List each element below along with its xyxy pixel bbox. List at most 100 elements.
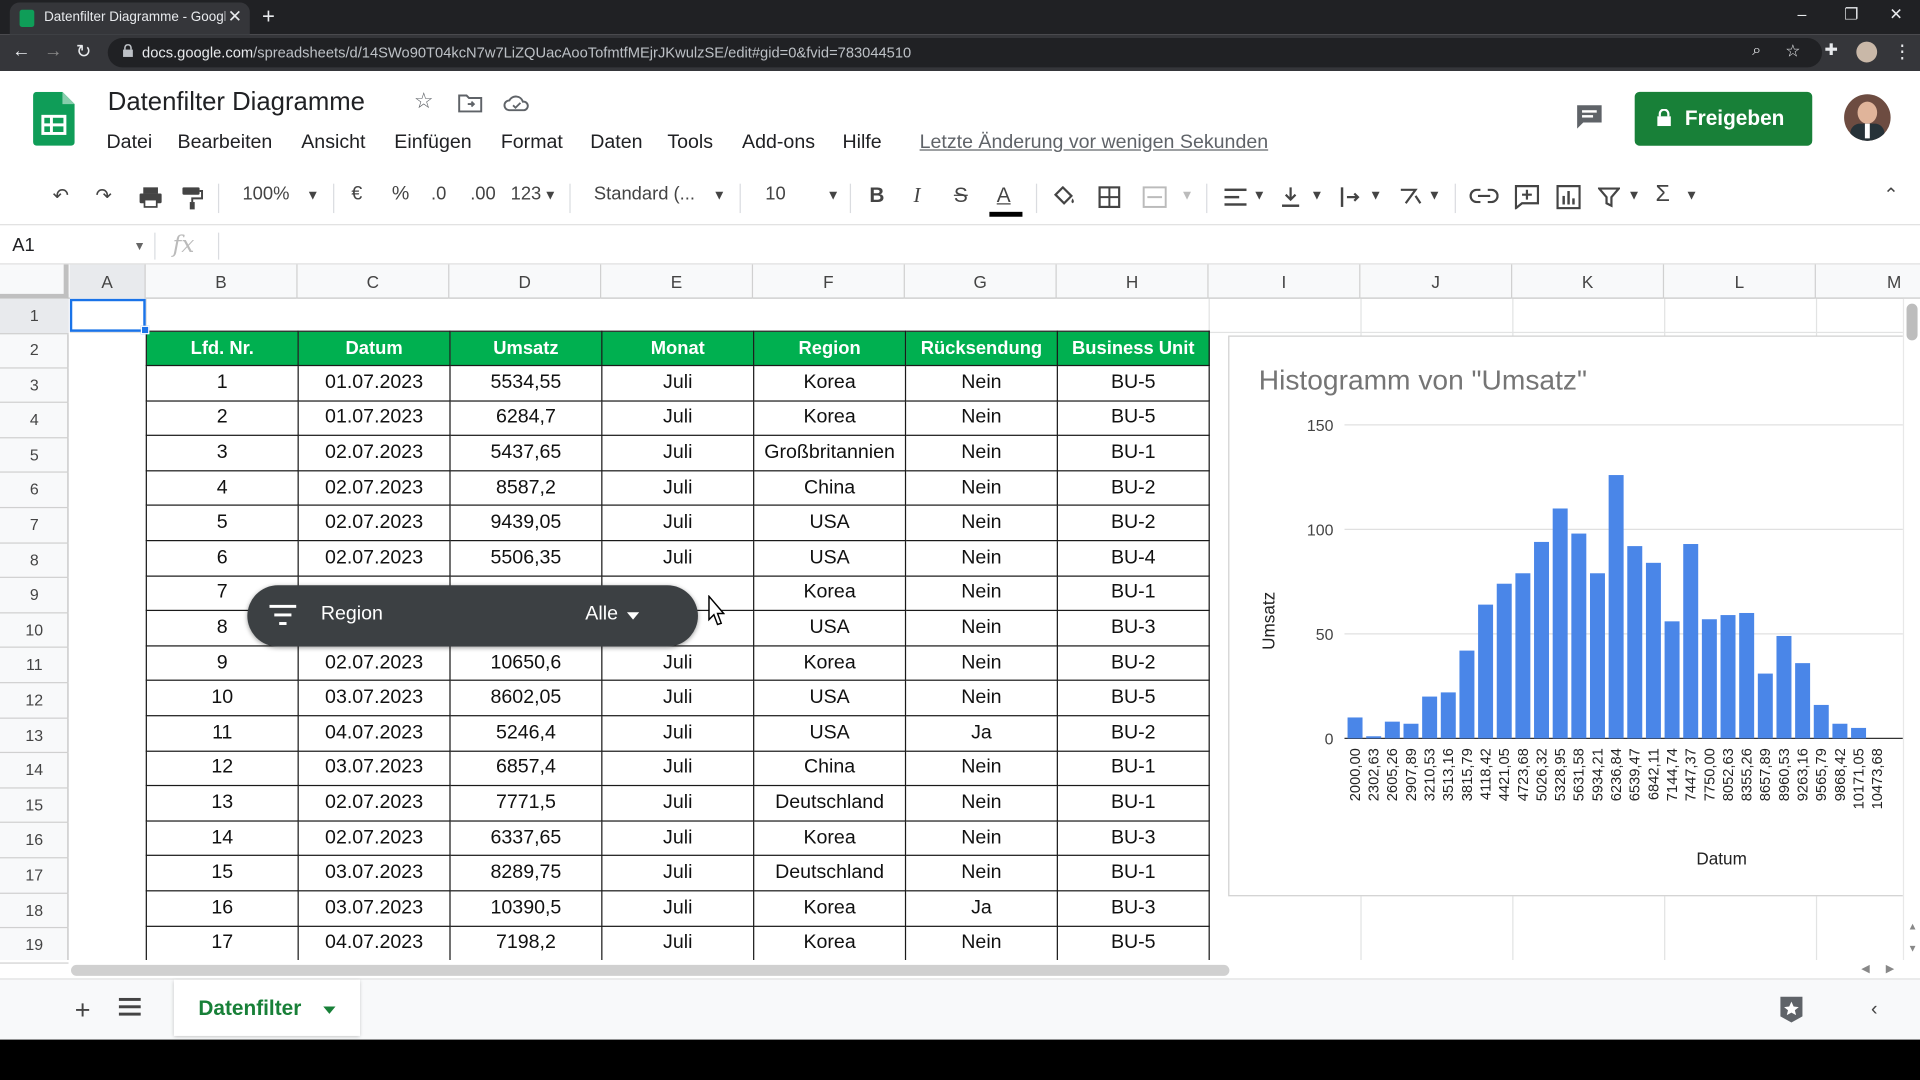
scroll-left-icon[interactable]: ◀ [1861,962,1869,975]
table-cell[interactable]: 03.07.2023 [297,890,451,927]
table-header-cell[interactable]: Umsatz [449,330,603,367]
table-cell[interactable]: Deutschland [753,785,907,822]
filter-icon[interactable] [1597,186,1621,208]
table-cell[interactable]: Juli [601,890,755,927]
zoom-icon[interactable]: ⌕ [1752,40,1761,60]
table-cell[interactable]: Nein [904,785,1058,822]
print-icon[interactable] [138,186,162,208]
explore-icon[interactable] [1778,994,1805,1023]
table-header-cell[interactable]: Monat [601,330,755,367]
table-cell[interactable]: Juli [601,925,755,961]
text-wrapping-icon[interactable] [1340,186,1362,208]
redo-icon[interactable]: ↷ [96,184,112,208]
table-cell[interactable]: BU-5 [1056,399,1210,437]
column-header-j[interactable]: J [1360,264,1513,299]
table-cell[interactable]: Nein [904,855,1058,892]
vertical-align-dropdown-icon[interactable]: ▼ [1310,189,1323,204]
table-cell[interactable]: Ja [904,715,1058,752]
vertical-scrollbar[interactable]: ▲ ▼ [1902,298,1920,961]
font-family-select[interactable]: Standard (... [594,184,695,205]
text-rotation-icon[interactable] [1398,186,1422,208]
row-header[interactable]: 7 [0,508,69,544]
table-cell[interactable]: Korea [753,925,907,961]
table-cell[interactable]: USA [753,715,907,752]
text-wrapping-dropdown-icon[interactable]: ▼ [1369,189,1382,204]
horizontal-align-icon[interactable] [1224,187,1247,207]
zoom-dropdown-icon[interactable]: ▼ [306,189,319,204]
table-cell[interactable]: 6284,7 [449,399,603,437]
table-cell[interactable]: 17 [145,925,299,961]
chart-bar[interactable] [1440,692,1456,739]
table-cell[interactable]: 7198,2 [449,925,603,961]
table-cell[interactable]: BU-5 [1056,680,1210,717]
table-cell[interactable]: USA [753,539,907,577]
fill-handle[interactable] [140,325,150,335]
chart-bar[interactable] [1795,663,1811,739]
chart-bar[interactable] [1496,583,1512,739]
chart-bar[interactable] [1776,635,1792,739]
table-cell[interactable]: 1 [145,364,299,402]
chart-bar[interactable] [1720,615,1736,739]
table-cell[interactable]: BU-1 [1056,785,1210,822]
more-formats-dropdown-icon[interactable]: ▼ [544,189,557,204]
profile-avatar-icon[interactable] [1856,41,1878,63]
account-avatar[interactable] [1844,94,1891,141]
chart-bar[interactable] [1384,721,1400,739]
table-header-cell[interactable]: Region [753,330,907,367]
column-header-h[interactable]: H [1057,264,1209,299]
table-cell[interactable]: BU-1 [1056,750,1210,787]
name-box[interactable]: A1 [12,235,34,256]
chart-bar[interactable] [1701,619,1717,739]
vertical-align-icon[interactable] [1281,186,1301,208]
table-cell[interactable]: China [753,750,907,787]
document-title[interactable]: Datenfilter Diagramme [108,88,365,117]
add-sheet-icon[interactable]: + [75,994,91,1026]
table-cell[interactable]: Nein [904,364,1058,402]
chart-bar[interactable] [1366,736,1382,739]
table-cell[interactable]: 2 [145,399,299,437]
chart-bar[interactable] [1683,544,1699,739]
italic-icon[interactable]: I [913,184,920,208]
table-cell[interactable]: 6 [145,539,299,577]
table-cell[interactable]: 10390,5 [449,890,603,927]
table-cell[interactable]: Juli [601,539,755,577]
move-folder-icon[interactable] [458,93,483,113]
table-cell[interactable]: BU-1 [1056,574,1210,612]
borders-icon[interactable] [1098,186,1121,209]
filter-dropdown-icon[interactable]: ▼ [1627,189,1640,204]
table-cell[interactable]: 02.07.2023 [297,785,451,822]
table-cell[interactable]: 9439,05 [449,504,603,542]
functions-icon[interactable]: Σ [1656,181,1670,208]
table-cell[interactable]: Juli [601,820,755,857]
table-cell[interactable]: 3 [145,434,299,472]
row-header[interactable]: 5 [0,438,69,474]
chevron-down-icon[interactable] [323,1006,336,1014]
name-box-dropdown-icon[interactable]: ▼ [133,240,145,253]
fill-color-icon[interactable] [1053,186,1077,208]
column-header-b[interactable]: B [146,264,298,299]
chart-bar[interactable] [1347,717,1363,739]
table-cell[interactable]: 03.07.2023 [297,855,451,892]
table-cell[interactable]: 04.07.2023 [297,715,451,752]
font-size-dropdown-icon[interactable]: ▼ [827,189,840,204]
table-cell[interactable]: BU-4 [1056,539,1210,577]
table-cell[interactable]: 02.07.2023 [297,504,451,542]
currency-format-button[interactable]: € [351,184,362,206]
table-cell[interactable]: Korea [753,574,907,612]
table-cell[interactable]: Nein [904,645,1058,682]
menu-datei[interactable]: Datei [107,132,153,154]
table-cell[interactable]: Nein [904,399,1058,437]
table-cell[interactable]: Juli [601,855,755,892]
row-header[interactable]: 8 [0,543,69,579]
table-cell[interactable]: Nein [904,820,1058,857]
row-header[interactable]: 4 [0,403,69,439]
table-cell[interactable]: BU-2 [1056,469,1210,507]
paint-format-icon[interactable] [181,186,204,210]
table-cell[interactable]: BU-2 [1056,504,1210,542]
back-icon[interactable]: ← [12,40,30,61]
bookmark-star-icon[interactable]: ☆ [1785,40,1800,61]
table-cell[interactable]: 10 [145,680,299,717]
row-header[interactable]: 1 [0,298,69,334]
chart-bar[interactable] [1664,621,1680,739]
horizontal-scroll-thumb[interactable] [71,964,1230,976]
